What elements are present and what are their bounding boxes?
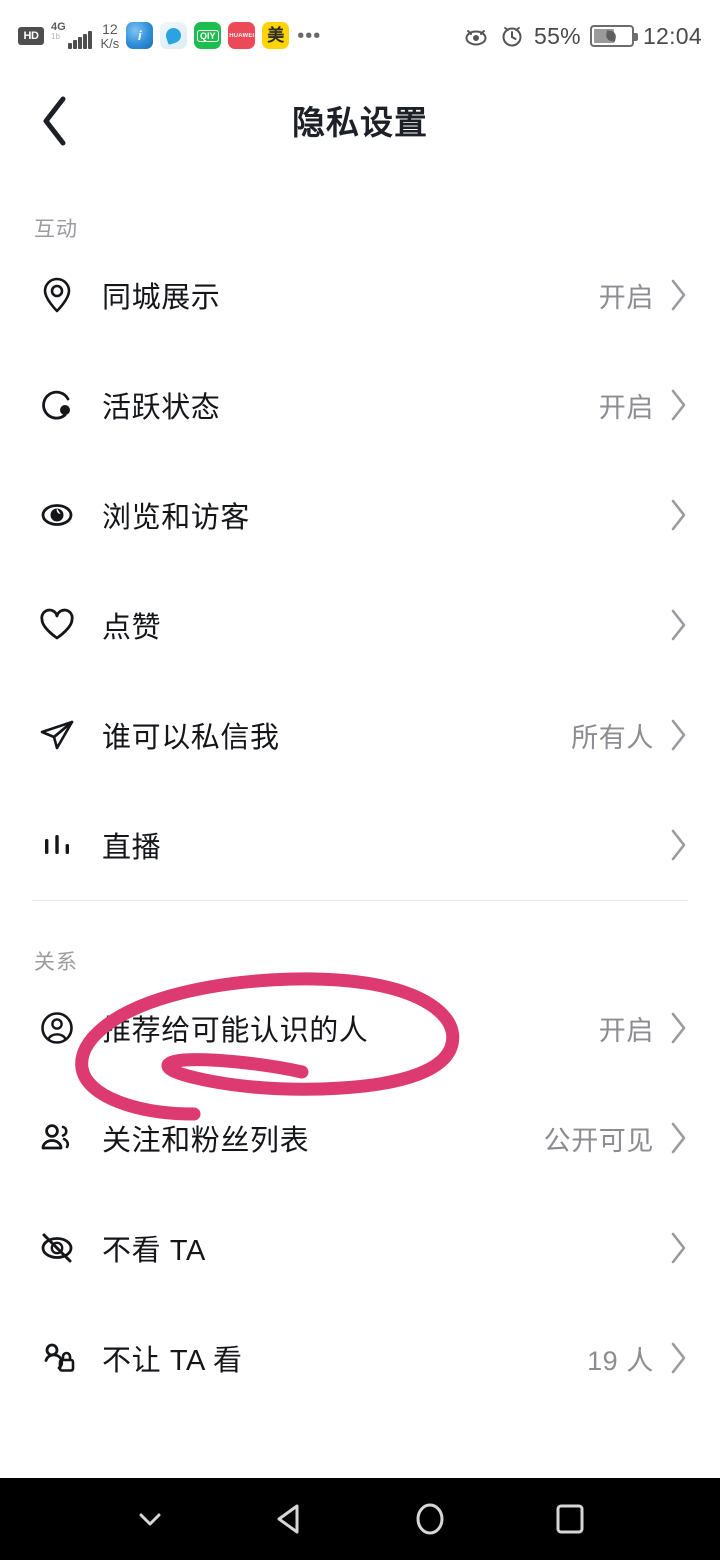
row-same-city-display[interactable]: 同城展示 开启 — [0, 240, 720, 350]
nav-hide-keyboard-button[interactable] — [115, 1484, 185, 1554]
network-speed: 12 K/s — [101, 22, 120, 50]
chevron-right-icon — [671, 1122, 686, 1154]
activity-status-icon — [34, 382, 80, 428]
users-icon — [34, 1115, 80, 1161]
row-right: 开启 — [599, 1009, 688, 1048]
row-right: 开启 — [599, 276, 688, 315]
nav-back-button[interactable] — [255, 1484, 325, 1554]
eye-icon — [34, 492, 80, 538]
row-value: 开启 — [598, 392, 654, 423]
row-following-and-followers-list[interactable]: 关注和粉丝列表 公开可见 — [0, 1083, 720, 1193]
eye-off-icon — [34, 1225, 80, 1271]
system-nav-bar — [0, 1478, 720, 1560]
section-title-interaction: 互动 — [34, 218, 78, 241]
row-value: 开启 — [598, 1015, 654, 1046]
status-bar: HD 4G 1b 12 K/s QIY HUAWEI 美 ••• — [0, 0, 720, 72]
chevron-down-icon — [139, 1513, 161, 1526]
chevron-right-icon — [671, 609, 686, 641]
row-value: 公开可见 — [543, 1125, 654, 1156]
row-views-and-visitors[interactable]: 浏览和访客 — [0, 460, 720, 570]
row-label: 活跃状态 — [102, 392, 221, 424]
chevron-right-icon — [671, 719, 686, 751]
clock-label: 12:04 — [642, 22, 702, 49]
row-value: 开启 — [598, 282, 654, 313]
section-title-relations: 关系 — [34, 951, 78, 974]
row-right — [654, 498, 688, 532]
row-label: 推荐给可能认识的人 — [102, 1015, 369, 1047]
status-bar-left: HD 4G 1b 12 K/s QIY HUAWEI 美 ••• — [18, 21, 322, 50]
meituan-app-icon: 美 — [262, 22, 290, 50]
network-speed-unit: K/s — [100, 35, 120, 51]
chevron-right-icon — [671, 1012, 686, 1044]
row-recommend-to-people-you-may-know[interactable]: 推荐给可能认识的人 开启 — [0, 973, 720, 1083]
battery-percent-label: 55% — [534, 22, 581, 49]
chevron-right-icon — [671, 1232, 686, 1264]
user-circle-icon — [34, 1005, 80, 1051]
chevron-right-icon — [671, 389, 686, 421]
row-label: 关注和粉丝列表 — [102, 1125, 310, 1157]
iqiyi-app-icon: QIY — [194, 22, 222, 50]
page-title: 隐私设置 — [292, 104, 428, 141]
iqiyi-app-label: QIY — [197, 29, 219, 42]
user-lock-icon — [34, 1335, 80, 1381]
chevron-right-icon — [671, 279, 686, 311]
row-right: 公开可见 — [544, 1119, 688, 1158]
row-live[interactable]: 直播 — [0, 790, 720, 900]
row-value: 所有人 — [571, 722, 654, 753]
settings-list: 互动 同城展示 开启 活跃状态 开启 浏览和访客 点赞 谁可以私信我 所有人 直… — [0, 168, 720, 1413]
row-right — [654, 608, 688, 642]
row-right: 所有人 — [571, 716, 688, 755]
row-right: 开启 — [599, 386, 688, 425]
row-do-not-let-ta-view[interactable]: 不让 TA 看 19 人 — [0, 1303, 720, 1413]
signal-strength-icon: 4G 1b — [51, 21, 92, 49]
browser-app-icon — [126, 22, 154, 50]
meituan-app-label: 美 — [267, 26, 285, 46]
app-header: 隐私设置 — [0, 72, 720, 168]
heart-icon — [34, 602, 80, 648]
network-sub-label: 1b — [51, 31, 60, 41]
network-speed-value: 12 — [102, 20, 118, 37]
eye-comfort-icon — [465, 30, 487, 46]
triangle-left-icon — [277, 1504, 299, 1534]
chevron-right-icon — [671, 1342, 686, 1374]
privacy-settings-screen: HD 4G 1b 12 K/s QIY HUAWEI 美 ••• — [0, 0, 720, 1560]
nav-recents-button[interactable] — [535, 1484, 605, 1554]
status-overflow-icon: ••• — [297, 24, 322, 47]
row-do-not-view-ta[interactable]: 不看 TA — [0, 1193, 720, 1303]
location-pin-icon — [34, 272, 80, 318]
hd-badge: HD — [18, 26, 44, 45]
paper-plane-icon — [34, 712, 80, 758]
status-bar-right: 55% 12:04 — [462, 23, 702, 50]
chevron-right-icon — [671, 829, 686, 861]
row-likes[interactable]: 点赞 — [0, 570, 720, 680]
row-value: 19 人 — [587, 1345, 654, 1376]
row-label: 点赞 — [102, 612, 162, 644]
chevron-right-icon — [671, 499, 686, 531]
row-right: 19 人 — [587, 1339, 688, 1378]
cloud-app-icon — [160, 22, 188, 50]
row-right — [654, 1231, 688, 1265]
battery-icon — [589, 25, 638, 47]
circle-icon — [416, 1503, 444, 1535]
nav-home-button[interactable] — [395, 1484, 465, 1554]
row-active-status[interactable]: 活跃状态 开启 — [0, 350, 720, 460]
row-label: 不让 TA 看 — [102, 1345, 243, 1377]
square-icon — [556, 1504, 584, 1534]
row-label: 直播 — [102, 832, 162, 864]
row-label: 不看 TA — [102, 1235, 206, 1267]
live-bars-icon — [34, 822, 80, 868]
row-right — [654, 828, 688, 862]
row-label: 浏览和访客 — [102, 502, 251, 534]
row-who-can-message-me[interactable]: 谁可以私信我 所有人 — [0, 680, 720, 790]
huawei-app-icon: HUAWEI — [228, 22, 256, 50]
huawei-app-label: HUAWEI — [229, 32, 255, 39]
alarm-icon — [502, 27, 522, 47]
row-label: 同城展示 — [102, 282, 221, 314]
row-label: 谁可以私信我 — [102, 722, 280, 754]
